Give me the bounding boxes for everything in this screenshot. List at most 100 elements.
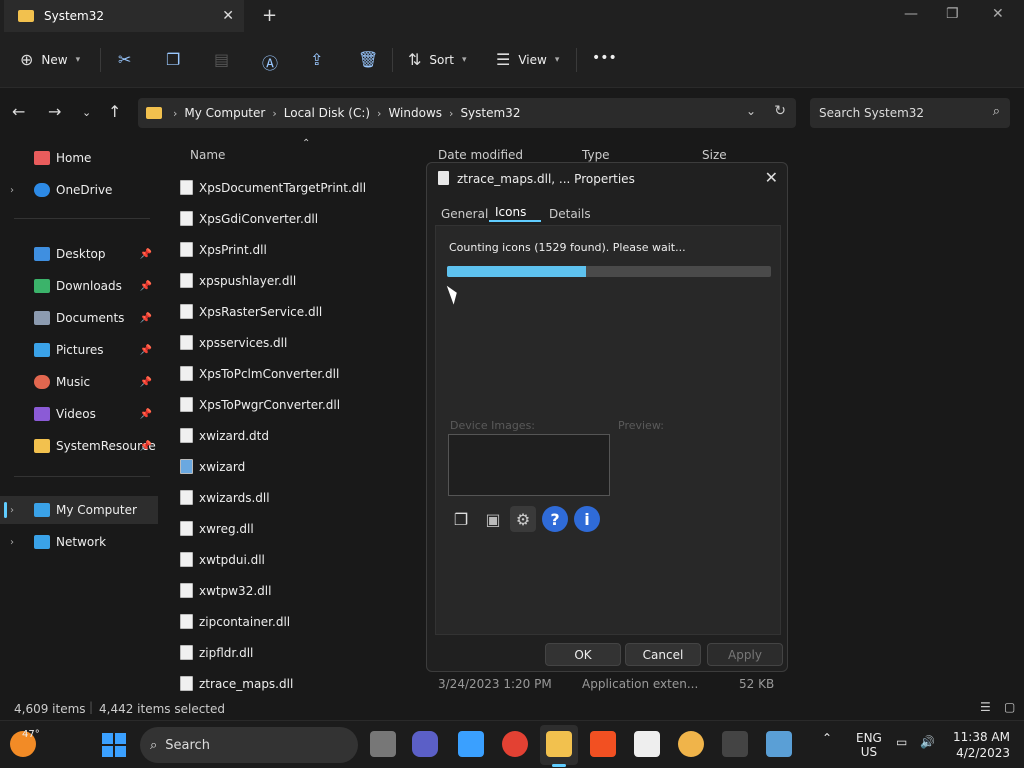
- search-input[interactable]: Search System32 ⌕: [810, 98, 1010, 128]
- new-button[interactable]: ⊕ New ▾: [20, 50, 80, 69]
- sidebar-item-network[interactable]: › Network: [0, 528, 158, 556]
- chrome-icon[interactable]: [502, 731, 528, 757]
- progress-bar: [447, 266, 771, 277]
- breadcrumb-windows[interactable]: Windows: [388, 106, 442, 120]
- store-icon[interactable]: [590, 731, 616, 757]
- volume-icon[interactable]: 🔊: [920, 735, 935, 749]
- help-icon[interactable]: ?: [542, 506, 568, 532]
- table-row[interactable]: ztrace_maps.dll 3/24/2023 1:20 PM Applic…: [170, 668, 790, 699]
- app-icon[interactable]: [678, 731, 704, 757]
- apply-button[interactable]: Apply: [707, 643, 783, 666]
- start-button[interactable]: [102, 733, 126, 757]
- close-window-icon[interactable]: ✕: [992, 6, 1004, 22]
- sidebar-item-downloads[interactable]: Downloads 📌: [0, 272, 158, 300]
- minimize-icon[interactable]: —: [904, 6, 918, 22]
- item-count: 4,609 items: [14, 702, 86, 716]
- tray-chevron-icon[interactable]: ⌃: [822, 731, 832, 745]
- network-icon: [34, 535, 50, 549]
- cancel-button[interactable]: Cancel: [625, 643, 701, 666]
- sidebar-item-documents[interactable]: Documents 📌: [0, 304, 158, 332]
- recent-chevron-icon[interactable]: ⌄: [82, 106, 91, 119]
- address-bar[interactable]: › My Computer › Local Disk (C:) › Window…: [138, 98, 796, 128]
- file-size: 52 KB: [739, 676, 775, 691]
- more-options-button[interactable]: •••: [592, 50, 617, 66]
- share-icon[interactable]: ⇪: [310, 50, 323, 69]
- network-icon[interactable]: ▭: [896, 735, 907, 749]
- forward-icon[interactable]: →: [48, 102, 61, 121]
- taskbar-search[interactable]: ⌕ Search: [140, 727, 358, 763]
- language-indicator[interactable]: ENG US: [856, 731, 882, 759]
- save-icon[interactable]: ▣: [480, 506, 506, 532]
- file-icon: [180, 490, 193, 505]
- active-app-indicator: [552, 764, 566, 767]
- sidebar-item-music[interactable]: Music 📌: [0, 368, 158, 396]
- paste-icon[interactable]: ▤: [214, 50, 229, 69]
- details-view-icon[interactable]: ☰: [980, 700, 991, 714]
- file-explorer-icon: [546, 731, 572, 757]
- clock[interactable]: 11:38 AM 4/2/2023: [944, 729, 1010, 761]
- date-modified: 3/24/2023 1:20 PM: [438, 676, 552, 691]
- pin-icon: 📌: [139, 408, 152, 420]
- sidebar-item-pictures[interactable]: Pictures 📌: [0, 336, 158, 364]
- view-button[interactable]: ☰ View ▾: [496, 50, 559, 69]
- file-icon: [180, 242, 193, 257]
- pin-icon: 📌: [139, 344, 152, 356]
- tab-general[interactable]: General: [441, 207, 488, 221]
- resource-monitor-icon[interactable]: [766, 731, 792, 757]
- tab-details[interactable]: Details: [549, 207, 591, 221]
- tab-icons[interactable]: Icons: [495, 205, 526, 219]
- new-tab-button[interactable]: +: [262, 5, 277, 26]
- file-icon: [180, 583, 193, 598]
- sidebar-item-videos[interactable]: Videos 📌: [0, 400, 158, 428]
- breadcrumb-local-disk[interactable]: Local Disk (C:): [284, 106, 370, 120]
- properties-dialog: ztrace_maps.dll, ... Properties ✕ Genera…: [426, 162, 788, 672]
- picture-icon: [34, 343, 50, 357]
- back-icon[interactable]: ←: [12, 102, 25, 121]
- ok-button[interactable]: OK: [545, 643, 621, 666]
- close-icon[interactable]: ✕: [765, 168, 778, 187]
- search-placeholder: Search System32: [819, 106, 925, 120]
- cut-icon[interactable]: ✂: [118, 50, 131, 69]
- chevron-right-icon[interactable]: ›: [10, 505, 14, 516]
- column-header-type[interactable]: Type: [582, 148, 610, 162]
- file-icon: [180, 180, 193, 195]
- tiles-view-icon[interactable]: ▢: [1004, 700, 1015, 714]
- breadcrumb-system32[interactable]: System32: [460, 106, 520, 120]
- sidebar-item-systemresource[interactable]: SystemResource 📌: [0, 432, 158, 460]
- terminal-icon[interactable]: [722, 731, 748, 757]
- breadcrumb-my-computer[interactable]: My Computer: [184, 106, 265, 120]
- date: 4/2/2023: [956, 746, 1010, 760]
- file-icon: [180, 645, 193, 660]
- device-images-list[interactable]: [448, 434, 610, 496]
- time: 11:38 AM: [953, 730, 1010, 744]
- delete-icon[interactable]: 🗑: [358, 50, 378, 69]
- file-icon: [180, 211, 193, 226]
- widgets-icon[interactable]: [458, 731, 484, 757]
- up-icon[interactable]: ↑: [108, 102, 121, 121]
- refresh-icon[interactable]: ↻: [774, 103, 786, 119]
- column-header-name[interactable]: Name: [190, 148, 225, 162]
- sidebar-item-desktop[interactable]: Desktop 📌: [0, 240, 158, 268]
- sidebar-item-home[interactable]: Home: [0, 144, 158, 172]
- copy-icon[interactable]: ❐: [448, 506, 474, 532]
- taskbar-search-label: Search: [165, 737, 210, 753]
- copy-icon[interactable]: ❐: [166, 50, 180, 69]
- settings-icon[interactable]: ⚙: [510, 506, 536, 532]
- sidebar-item-my-computer[interactable]: › My Computer: [0, 496, 158, 524]
- sort-button[interactable]: ⇅ Sort ▾: [408, 50, 467, 69]
- taskbar: 47° ⌕ Search ⌃ ENG US ▭ 🔊 11:38 AM 4/2/20…: [0, 720, 1024, 768]
- chevron-right-icon[interactable]: ›: [10, 185, 14, 196]
- teams-icon[interactable]: [412, 731, 438, 757]
- info-icon[interactable]: i: [574, 506, 600, 532]
- task-view-icon[interactable]: [370, 731, 396, 757]
- 7zip-icon[interactable]: [634, 731, 660, 757]
- address-dropdown-icon[interactable]: ⌄: [746, 104, 756, 118]
- column-header-size[interactable]: Size: [702, 148, 727, 162]
- chevron-right-icon[interactable]: ›: [10, 537, 14, 548]
- column-header-date[interactable]: Date modified: [438, 148, 523, 162]
- rename-icon[interactable]: Ⓐ: [262, 50, 278, 74]
- restore-icon[interactable]: ❐: [946, 6, 959, 22]
- sidebar-item-onedrive[interactable]: › OneDrive: [0, 176, 158, 204]
- tab-system32[interactable]: System32 ✕: [4, 0, 244, 32]
- tab-close-icon[interactable]: ✕: [222, 8, 234, 24]
